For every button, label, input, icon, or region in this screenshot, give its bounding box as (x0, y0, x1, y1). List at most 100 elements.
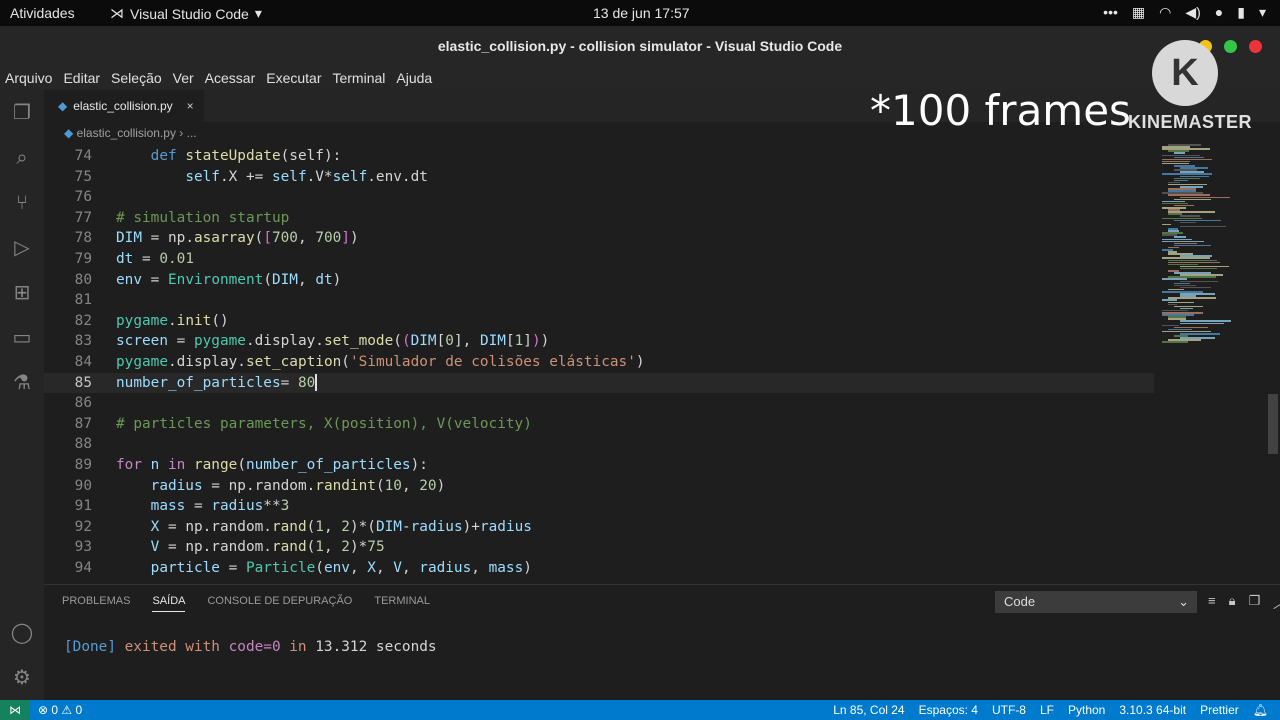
wifi-icon[interactable]: ◠ (1159, 4, 1171, 21)
code-line[interactable]: 90 radius = np.random.randint(10, 20) (44, 476, 1154, 497)
close-icon[interactable]: × (187, 99, 194, 113)
code-line[interactable]: 76 (44, 187, 1154, 208)
line-number: 82 (74, 312, 92, 329)
menu-editar[interactable]: Editar (63, 70, 100, 86)
tab-terminal[interactable]: TERMINAL (374, 595, 430, 612)
code-line[interactable]: 86 (44, 393, 1154, 414)
code-line[interactable]: 75 self.X += self.V*self.env.dt (44, 167, 1154, 188)
code-line[interactable]: 81 (44, 290, 1154, 311)
python-interpreter[interactable]: 3.10.3 64-bit (1119, 703, 1186, 717)
line-number: 80 (74, 271, 92, 288)
code-line[interactable]: 85 number_of_particles= 80 (44, 372, 1154, 394)
code-line[interactable]: 93 V = np.random.rand(1, 2)*75 (44, 537, 1154, 558)
microphone-icon[interactable]: ● (1215, 4, 1223, 21)
code-line[interactable]: 78 DIM = np.asarray([700, 700]) (44, 228, 1154, 249)
editor-scrollbar[interactable] (1266, 144, 1280, 584)
tab-label: elastic_collision.py (73, 99, 173, 113)
code-line[interactable]: 91 mass = radius**3 (44, 496, 1154, 517)
extensions-icon[interactable]: ⊞ (9, 280, 35, 306)
menu-acessar[interactable]: Acessar (205, 70, 256, 86)
account-icon[interactable]: ◯ (9, 620, 35, 646)
line-number: 90 (74, 477, 92, 494)
lock-icon[interactable]: 🔒︎ (1229, 593, 1236, 612)
code-line[interactable]: 88 (44, 434, 1154, 455)
chevron-down-icon[interactable]: ▾ (1259, 4, 1266, 21)
code-editor[interactable]: 74 def stateUpdate(self): 75 self.X += se… (44, 146, 1154, 584)
clock[interactable]: 13 de jun 17:57 (593, 5, 690, 21)
chevron-up-icon[interactable]: ︿ (1273, 593, 1280, 612)
code-line[interactable]: 77 # simulation startup (44, 208, 1154, 229)
code-line[interactable]: 94 particle = Particle(env, X, V, radius… (44, 558, 1154, 579)
code-line[interactable]: 82 pygame.init() (44, 311, 1154, 332)
clear-output-icon[interactable]: ≡ (1208, 593, 1216, 612)
menu-selecao[interactable]: Seleção (111, 70, 162, 86)
menu-executar[interactable]: Executar (266, 70, 321, 86)
maximize-button[interactable] (1224, 40, 1237, 53)
bottom-panel: PROBLEMAS SAÍDA CONSOLE DE DEPURAÇÃO TER… (44, 584, 1280, 700)
breadcrumb-file[interactable]: elastic_collision.py (77, 126, 176, 140)
window-title: elastic_collision.py - collision simulat… (0, 26, 1280, 66)
encoding[interactable]: UTF-8 (992, 703, 1026, 717)
panel-tabs: PROBLEMAS SAÍDA CONSOLE DE DEPURAÇÃO TER… (62, 595, 430, 612)
minimap-line (1162, 341, 1188, 343)
remote-icon[interactable]: ⋈ (0, 700, 30, 720)
line-number: 86 (74, 395, 92, 412)
close-button[interactable] (1249, 40, 1262, 53)
run-debug-icon[interactable]: ▷ (9, 235, 35, 261)
prettier-status[interactable]: Prettier (1200, 703, 1239, 717)
line-number: 79 (74, 251, 92, 267)
testing-icon[interactable]: ⚗ (9, 370, 35, 396)
more-icon[interactable]: ••• (1103, 4, 1118, 21)
code-text: particle = Particle(env, X, V, radius, m… (150, 560, 532, 576)
line-number: 76 (74, 189, 92, 206)
code-text: DIM = np.asarray([700, 700]) (116, 230, 359, 247)
panel-actions: ≡ 🔒︎ ❐ ︿ ✕ (1208, 593, 1280, 612)
tab-elastic-collision[interactable]: ◆ elastic_collision.py × (44, 90, 204, 122)
remote-explorer-icon[interactable]: ▭ (9, 325, 35, 351)
language-mode[interactable]: Python (1068, 703, 1105, 717)
keyboard-icon[interactable]: ▦ (1132, 4, 1145, 21)
output-text: [Done] exited with code=0 in 13.312 seco… (64, 639, 437, 655)
volume-icon[interactable]: ◀) (1185, 4, 1200, 21)
source-control-icon[interactable]: ⑂ (9, 190, 35, 216)
code-line[interactable]: 80 env = Environment(DIM, dt) (44, 270, 1154, 291)
code-line[interactable]: 87 # particles parameters, X(position), V… (44, 414, 1154, 435)
activities-button[interactable]: Atividades (10, 5, 75, 21)
code-line[interactable]: 89 for n in range(number_of_particles): (44, 455, 1154, 476)
line-number: 74 (74, 148, 92, 164)
minimap-line (1162, 223, 1171, 226)
code-text: for n in range(number_of_particles): (116, 457, 428, 473)
code-text: radius = np.random.randint(10, 20) (150, 477, 446, 494)
menu-arquivo[interactable]: Arquivo (5, 70, 52, 86)
scrollbar-thumb[interactable] (1268, 394, 1278, 454)
code-line[interactable]: 92 X = np.random.rand(1, 2)*(DIM-radius)… (44, 517, 1154, 538)
cursor-position[interactable]: Ln 85, Col 24 (833, 703, 904, 717)
code-line[interactable]: 74 def stateUpdate(self): (44, 146, 1154, 167)
code-text: # particles parameters, X(position), V(v… (116, 415, 532, 432)
battery-icon[interactable]: ▮ (1237, 4, 1245, 21)
menu-ver[interactable]: Ver (173, 70, 194, 86)
search-icon[interactable]: ⌕ (9, 145, 35, 171)
menu-ajuda[interactable]: Ajuda (396, 70, 432, 86)
menu-terminal[interactable]: Terminal (332, 70, 385, 86)
code-text: self.X += self.V*self.env.dt (185, 168, 428, 185)
indentation[interactable]: Espaços: 4 (919, 703, 978, 717)
end-of-line[interactable]: LF (1040, 703, 1054, 717)
minimap[interactable] (1154, 144, 1266, 584)
settings-icon[interactable]: ⚙ (9, 665, 35, 691)
output-channel-select[interactable]: Code ⌄ (995, 591, 1197, 613)
tab-saida[interactable]: SAÍDA (152, 595, 186, 612)
code-line[interactable]: 84 pygame.display.set_caption('Simulador … (44, 352, 1154, 373)
kinemaster-logo: K (1152, 40, 1218, 106)
text-cursor (315, 374, 318, 392)
code-line[interactable]: 83 screen = pygame.display.set_mode((DIM[… (44, 331, 1154, 352)
tab-problemas[interactable]: PROBLEMAS (62, 595, 130, 612)
app-menu[interactable]: ⋊ Visual Studio Code ▾ (110, 5, 262, 22)
tab-console-depuracao[interactable]: CONSOLE DE DEPURAÇÃO (207, 595, 352, 612)
copy-icon[interactable]: ❐ (1249, 593, 1261, 612)
files-icon[interactable]: ❐ (9, 100, 35, 126)
notifications-icon[interactable]: 🔔︎ (1253, 703, 1268, 717)
problems-count[interactable]: ⊗ 0 ⚠ 0 (38, 703, 82, 717)
breadcrumb-more[interactable]: ... (187, 126, 197, 140)
code-line[interactable]: 79 dt = 0.01 (44, 249, 1154, 270)
